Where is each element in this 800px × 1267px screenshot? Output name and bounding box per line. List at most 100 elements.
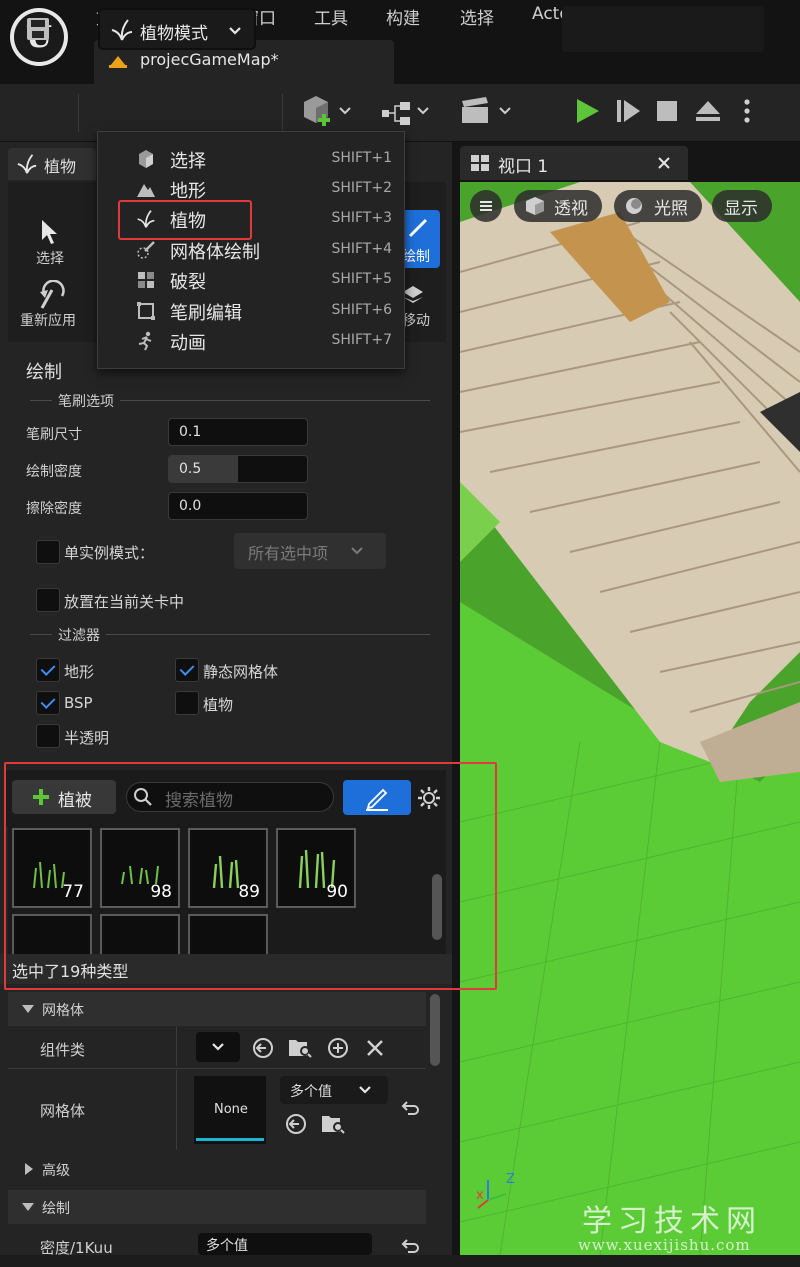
details-header-advanced[interactable]: 高级	[8, 1152, 426, 1186]
step-icon[interactable]	[614, 98, 642, 124]
brush-edit-icon	[137, 302, 155, 320]
browse-folder-icon[interactable]	[320, 1110, 346, 1136]
filter-translucent-checkbox[interactable]	[36, 724, 60, 748]
menu-tools[interactable]: 工具	[314, 4, 348, 30]
viewport-layout-icon	[471, 155, 489, 171]
expand-arrow-icon	[22, 1005, 34, 1013]
use-selected-icon[interactable]	[284, 1112, 308, 1136]
reapply-icon	[40, 280, 65, 309]
running-figure-icon	[138, 331, 152, 351]
panel-tab-foliage[interactable]: 植物	[8, 148, 96, 180]
axis-x-label: x	[476, 1188, 484, 1203]
details-scrollbar[interactable]	[430, 994, 440, 1066]
component-class-dropdown[interactable]	[196, 1032, 240, 1062]
mesh-multi-values-label: 多个值	[290, 1084, 332, 1100]
mode-select-label: 植物模式	[140, 24, 208, 44]
menu-select[interactable]: 选择	[460, 4, 494, 30]
tool-move-label[interactable]: 移动	[402, 310, 430, 330]
save-button[interactable]	[18, 9, 58, 49]
more-options-icon[interactable]	[740, 96, 754, 126]
brush-size-field[interactable]: 0.1	[168, 418, 308, 446]
viewport-show-button[interactable]: 显示	[712, 190, 772, 222]
axis-z-label: Z	[506, 1172, 515, 1187]
filter-landscape-label: 地形	[64, 663, 95, 681]
mesh-label: 网格体	[40, 1102, 86, 1120]
mesh-thumbnail[interactable]: None	[194, 1076, 266, 1144]
filter-bsp-checkbox[interactable]	[36, 691, 60, 715]
mesh-multi-values-dropdown[interactable]: 多个值	[280, 1076, 388, 1104]
close-icon[interactable]	[658, 157, 670, 169]
menu-item-select-mode[interactable]: 选择 SHIFT+1	[98, 144, 404, 174]
erase-density-value: 0.0	[179, 498, 202, 514]
clapperboard-icon	[462, 97, 511, 123]
paint-density-value: 0.5	[179, 461, 202, 477]
expand-arrow-icon	[22, 1203, 34, 1211]
select-cube-icon	[139, 150, 153, 168]
tool-reapply-label[interactable]: 重新应用	[20, 310, 76, 330]
browse-folder-icon[interactable]	[287, 1034, 313, 1060]
viewport-lighting-button[interactable]: 光照	[614, 190, 702, 222]
reset-arrow-icon[interactable]	[400, 1236, 420, 1256]
filter-foliage-checkbox[interactable]	[175, 691, 199, 715]
single-instance-checkbox[interactable]	[36, 540, 60, 564]
filter-foliage-label: 植物	[203, 696, 234, 714]
density-field[interactable]: 多个值	[198, 1233, 372, 1255]
menu-item-brush-edit-mode[interactable]: 笔刷编辑 SHIFT+6	[98, 296, 404, 326]
erase-density-label: 擦除密度	[26, 501, 82, 517]
level-viewport[interactable]	[460, 182, 800, 1255]
cinematics-button[interactable]	[458, 93, 514, 133]
menu-item-label: 笔刷编辑	[170, 303, 242, 324]
foliage-icon	[111, 19, 133, 41]
highlight-box-foliage-menu-item	[118, 200, 252, 240]
place-current-level-checkbox[interactable]	[36, 588, 60, 612]
use-selected-icon[interactable]	[251, 1036, 275, 1060]
menu-item-animation-mode[interactable]: 动画 SHIFT+7	[98, 326, 404, 356]
add-circle-icon[interactable]	[326, 1036, 350, 1060]
details-header-paint[interactable]: 绘制	[8, 1190, 426, 1224]
mode-select-button[interactable]: 植物模式	[98, 8, 256, 50]
single-instance-dropdown[interactable]: 所有选中项	[234, 533, 386, 569]
stop-icon[interactable]	[654, 98, 680, 124]
details-header-advanced-label: 高级	[42, 1163, 70, 1179]
fracture-icon	[138, 272, 154, 288]
watermark-url: www.xuexijishu.com	[578, 1236, 751, 1254]
bottom-status-strip	[0, 1255, 800, 1267]
erase-density-field[interactable]: 0.0	[168, 492, 308, 520]
mesh-thumbnail-underline	[196, 1138, 264, 1141]
tool-paint-label: 绘制	[402, 249, 430, 265]
menu-item-shortcut: SHIFT+5	[331, 271, 392, 287]
filter-bsp-label: BSP	[64, 694, 93, 712]
menu-item-shortcut: SHIFT+7	[331, 332, 392, 348]
single-instance-label: 单实例模式：	[64, 544, 155, 562]
reset-arrow-icon[interactable]	[400, 1098, 420, 1118]
filter-static-mesh-checkbox[interactable]	[175, 658, 199, 682]
menu-item-label: 选择	[170, 151, 206, 172]
blueprint-button[interactable]	[378, 93, 434, 133]
viewport-menu-button[interactable]	[470, 190, 502, 222]
chevron-down-icon	[351, 547, 363, 555]
viewport-perspective-button[interactable]: 透视	[514, 190, 602, 222]
play-controls	[562, 6, 764, 52]
highlight-box-foliage-list	[4, 762, 497, 990]
menu-item-label: 动画	[170, 333, 206, 354]
menu-item-fracture-mode[interactable]: 破裂 SHIFT+5	[98, 265, 404, 295]
filter-static-mesh-label: 静态网格体	[203, 663, 279, 681]
level-icon	[109, 56, 127, 68]
chevron-down-icon	[229, 27, 241, 35]
brush-options-label: 笔刷选项	[52, 391, 120, 411]
toolbar-divider	[282, 94, 283, 132]
filter-landscape-checkbox[interactable]	[36, 658, 60, 682]
density-value: 多个值	[206, 1238, 248, 1254]
menu-build[interactable]: 构建	[386, 4, 420, 30]
play-icon[interactable]	[572, 96, 602, 126]
eject-icon[interactable]	[694, 98, 722, 124]
select-arrow-icon	[42, 220, 57, 244]
menu-item-shortcut: SHIFT+1	[331, 150, 392, 166]
tool-select-label[interactable]: 选择	[36, 248, 64, 268]
details-header-mesh[interactable]: 网格体	[8, 992, 426, 1026]
add-actor-button[interactable]	[300, 93, 356, 133]
details-header-mesh-label: 网格体	[42, 1003, 84, 1019]
clear-x-icon[interactable]	[364, 1037, 386, 1059]
paint-density-slider[interactable]: 0.5	[168, 455, 308, 483]
viewport-tab[interactable]: 视口 1	[460, 146, 688, 180]
